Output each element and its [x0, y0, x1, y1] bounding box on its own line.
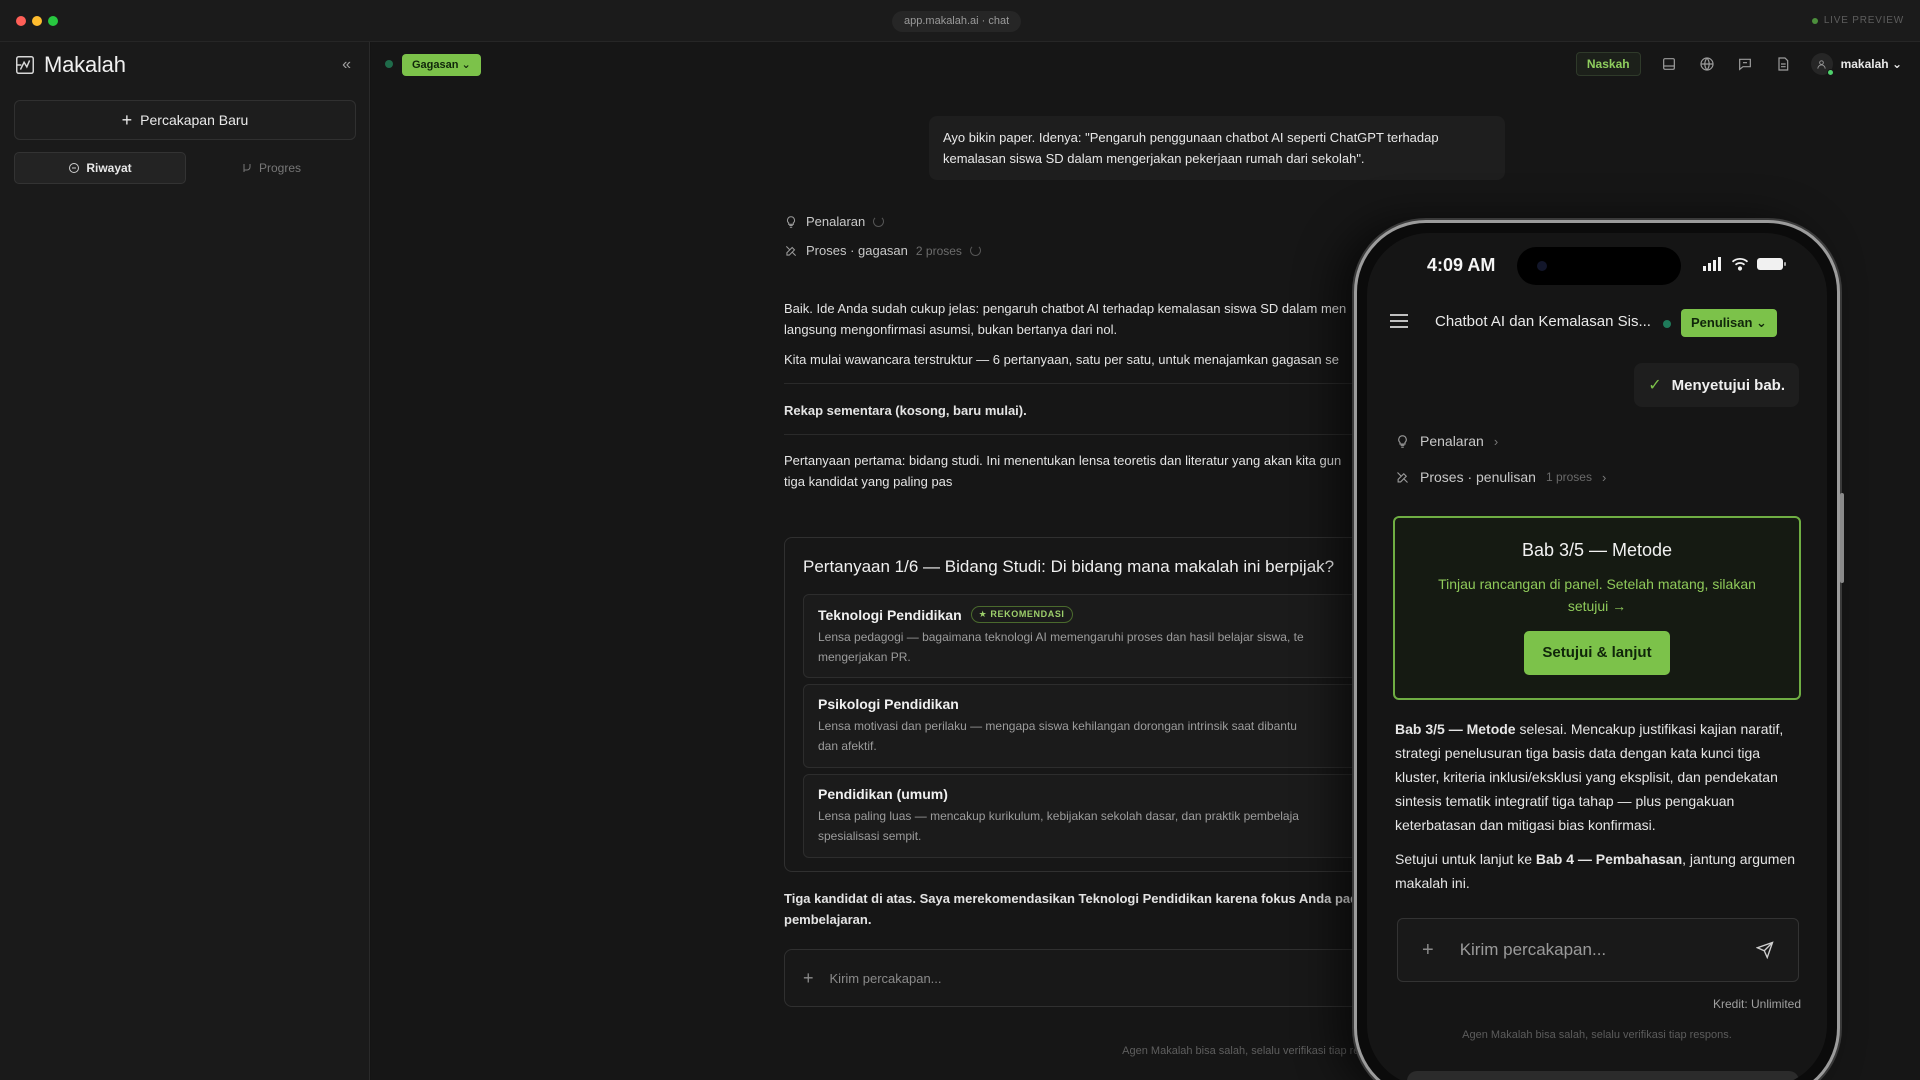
maximize-window-button[interactable]: [48, 16, 58, 26]
makalah-logo-icon: [16, 56, 34, 74]
plus-icon: +: [121, 110, 133, 130]
tools-icon: [1397, 471, 1408, 483]
phone-reasoning-step[interactable]: Penalaran ›: [1395, 433, 1498, 449]
next-text-a: Setujui untuk lanjut ke: [1395, 851, 1536, 867]
sidebar: Makalah « + Percakapan Baru Riwayat Prog…: [0, 42, 370, 1080]
signal-icon: [1703, 257, 1721, 271]
collapse-sidebar-icon[interactable]: «: [342, 56, 351, 74]
phone-side-button: [1840, 493, 1844, 583]
phone-bottom-bar: [1407, 1071, 1799, 1080]
user-message: Ayo bikin paper. Idenya: "Pengaruh pengg…: [929, 116, 1505, 180]
approve-label: Menyetujui bab.: [1671, 376, 1785, 394]
new-chat-label: Percakapan Baru: [140, 112, 249, 128]
mode-selector[interactable]: Gagasan ⌄: [402, 54, 481, 76]
reasoning-label: Penalaran: [1420, 433, 1484, 449]
user-menu[interactable]: makalah ⌄: [1810, 53, 1902, 76]
credit-label: Kredit: Unlimited: [1712, 997, 1801, 1011]
process-count: 2 proses: [915, 243, 962, 258]
summary-text: selesai. Mencakup justifikasi kajian nar…: [1395, 721, 1784, 833]
status-dot-icon: [1663, 320, 1671, 328]
globe-icon[interactable]: [1697, 54, 1717, 74]
loading-spinner-icon: [969, 245, 981, 256]
attach-plus-icon[interactable]: +: [1422, 939, 1434, 962]
next-chapter-bold: Bab 4 — Pembahasan: [1535, 851, 1683, 867]
option-title: Teknologi Pendidikan: [818, 606, 962, 623]
avatar: [1810, 53, 1834, 76]
sidebar-panel-icon[interactable]: [1659, 54, 1679, 74]
chapter-approval-card: Bab 3/5 — Metode Tinjau rancangan di pan…: [1393, 516, 1801, 700]
tab-progres[interactable]: Progres: [186, 152, 356, 184]
brand-name: Makalah: [44, 52, 126, 77]
phone-mockup: 4:09 AM Chatbot AI dan Kemalasan Sis... …: [1354, 220, 1844, 1080]
document-icon[interactable]: [1773, 54, 1793, 74]
tab-riwayat-label: Riwayat: [86, 161, 132, 175]
url-bar[interactable]: app.makalah.ai · chat: [892, 11, 1022, 32]
comment-icon[interactable]: [1735, 54, 1755, 74]
camera-icon: [1537, 261, 1547, 271]
online-indicator-icon: [1826, 69, 1834, 76]
phone-approve-message: ✓ Menyetujui bab.: [1634, 363, 1799, 407]
live-preview-indicator: LIVE PREVIEW: [1811, 15, 1904, 26]
minimize-window-button[interactable]: [32, 16, 42, 26]
loading-spinner-icon: [873, 216, 885, 227]
chapter-instruction[interactable]: Tinjau rancangan di panel. Setelah matan…: [1419, 573, 1775, 617]
user-name: makalah ⌄: [1840, 57, 1902, 71]
question-title: Pertanyaan 1/6 — Bidang Studi: Di bidang…: [803, 557, 1335, 576]
process-step[interactable]: Proses · gagasan 2 proses: [784, 243, 981, 258]
reasoning-label: Penalaran: [806, 214, 866, 229]
new-chat-button[interactable]: + Percakapan Baru: [14, 100, 356, 140]
wifi-icon: [1731, 257, 1749, 271]
phone-header: Chatbot AI dan Kemalasan Sis... Penulisa…: [1367, 303, 1827, 343]
tools-icon: [785, 245, 797, 256]
tab-progres-label: Progres: [258, 161, 302, 175]
top-actions: Naskah makalah ⌄: [1575, 52, 1902, 76]
phone-summary-paragraph: Bab 3/5 — Metode selesai. Mencakup justi…: [1395, 717, 1807, 837]
phone-status-icons: [1703, 257, 1786, 271]
chat-bubble-icon: [69, 163, 80, 173]
live-dot-icon: [1811, 17, 1818, 24]
phone-disclaimer: Agen Makalah bisa salah, selalu verifika…: [1462, 1029, 1732, 1041]
phone-screen: 4:09 AM Chatbot AI dan Kemalasan Sis... …: [1367, 233, 1827, 1080]
phone-conversation-title: Chatbot AI dan Kemalasan Sis...: [1435, 313, 1651, 330]
hamburger-menu-icon[interactable]: [1389, 313, 1409, 329]
option-title: Pendidikan (umum): [818, 786, 948, 802]
branch-icon: [243, 164, 251, 172]
battery-icon: [1757, 258, 1786, 270]
phone-process-step[interactable]: Proses · penulisan 1 proses ›: [1395, 469, 1606, 485]
phone-mode-selector[interactable]: Penulisan ⌄: [1681, 309, 1777, 337]
dynamic-island: [1517, 247, 1681, 285]
close-window-button[interactable]: [16, 16, 26, 26]
sidebar-tabs: Riwayat Progres: [14, 152, 356, 184]
chapter-title: Bab 3/5 — Metode: [1521, 540, 1673, 560]
tab-riwayat[interactable]: Riwayat: [14, 152, 186, 184]
process-label: Proses · gagasan: [806, 243, 908, 258]
summary-bold: Bab 3/5 — Metode: [1395, 721, 1516, 737]
process-label: Proses · penulisan: [1420, 469, 1536, 485]
phone-clock: 4:09 AM: [1427, 255, 1496, 275]
send-icon[interactable]: [1756, 941, 1774, 959]
phone-composer-placeholder[interactable]: Kirim percakapan...: [1460, 940, 1606, 960]
chevron-right-icon: ›: [1601, 469, 1607, 485]
lightbulb-icon: [786, 215, 796, 228]
lightbulb-icon: [1398, 434, 1407, 448]
brand[interactable]: Makalah: [14, 52, 126, 78]
attach-plus-icon[interactable]: +: [803, 968, 814, 989]
reasoning-step[interactable]: Penalaran: [784, 214, 885, 229]
chevron-right-icon: ›: [1493, 433, 1499, 449]
naskah-button[interactable]: Naskah: [1575, 52, 1641, 76]
phone-next-paragraph: Setujui untuk lanjut ke Bab 4 — Pembahas…: [1395, 847, 1807, 895]
user-icon: [1817, 59, 1826, 69]
approve-continue-button[interactable]: Setujui & lanjut: [1524, 631, 1670, 675]
status-dot-icon: [385, 60, 393, 68]
phone-message-composer[interactable]: + Kirim percakapan...: [1397, 918, 1799, 982]
recommendation-badge: ★ REKOMENDASI: [970, 606, 1073, 623]
option-title: Psikologi Pendidikan: [818, 696, 959, 712]
window-titlebar: app.makalah.ai · chat LIVE PREVIEW: [0, 0, 1920, 42]
live-preview-label: LIVE PREVIEW: [1823, 15, 1904, 26]
composer-placeholder[interactable]: Kirim percakapan...: [830, 971, 942, 986]
process-count: 1 proses: [1545, 470, 1592, 484]
check-icon: ✓: [1648, 377, 1662, 394]
